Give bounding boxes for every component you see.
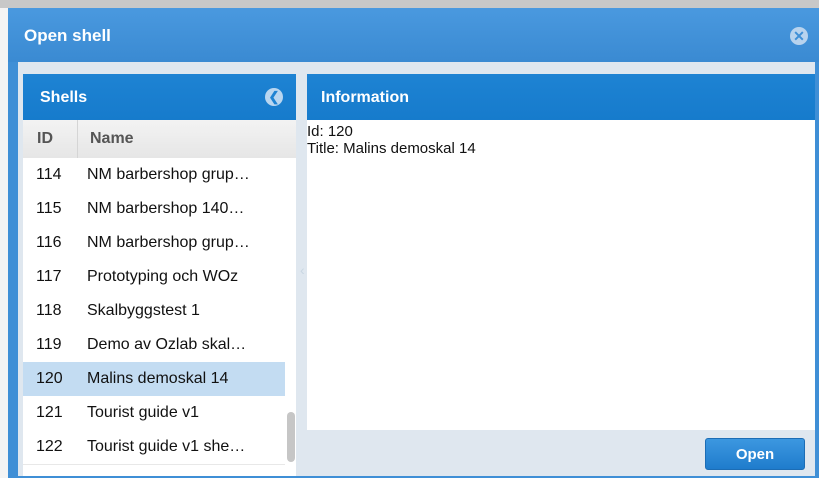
table-row[interactable]: 122 Tourist guide v1 she… bbox=[23, 430, 285, 465]
row-name: Tourist guide v1 she… bbox=[87, 438, 246, 455]
table-row-selected[interactable]: 120 Malins demoskal 14 bbox=[23, 362, 285, 397]
splitter-chevron-icon: ‹ bbox=[300, 262, 305, 278]
row-id: 115 bbox=[36, 200, 62, 217]
row-id: 119 bbox=[36, 336, 62, 353]
information-header: Information bbox=[307, 74, 815, 120]
table-row[interactable]: 118 Skalbyggstest 1 bbox=[23, 294, 285, 329]
open-shell-dialog: Open shell ✕ Shells ❮ ID Name 114 NM barb… bbox=[8, 8, 819, 478]
chevron-left-icon[interactable]: ❮ bbox=[265, 88, 283, 106]
shells-title: Shells bbox=[40, 89, 88, 106]
row-id: 122 bbox=[36, 438, 63, 455]
table-row[interactable]: 121 Tourist guide v1 bbox=[23, 396, 285, 431]
dialog-title: Open shell bbox=[24, 26, 111, 45]
table-row[interactable]: 116 NM barbershop grup… bbox=[23, 226, 285, 261]
row-name: NM barbershop 140… bbox=[87, 200, 245, 217]
row-name: Prototyping och WOz bbox=[87, 268, 239, 285]
table-row[interactable]: 115 NM barbershop 140… bbox=[23, 192, 285, 227]
table-row[interactable]: 114 NM barbershop grup… bbox=[23, 158, 285, 193]
column-name-label: Name bbox=[90, 130, 134, 147]
shells-panel: Shells ❮ ID Name 114 NM barbershop grup… … bbox=[23, 74, 296, 476]
column-header-row: ID Name bbox=[23, 120, 296, 159]
info-id-line: Id: 120 bbox=[307, 123, 353, 140]
information-title: Information bbox=[321, 89, 409, 106]
dialog-body: Shells ❮ ID Name 114 NM barbershop grup… … bbox=[18, 62, 815, 476]
row-name: NM barbershop grup… bbox=[87, 166, 250, 183]
open-button[interactable]: Open bbox=[705, 438, 805, 470]
row-name: Tourist guide v1 bbox=[87, 404, 200, 421]
dialog-titlebar[interactable]: Open shell ✕ bbox=[8, 8, 819, 62]
row-id: 114 bbox=[36, 166, 62, 183]
shells-header: Shells ❮ bbox=[23, 74, 296, 120]
dialog-footer: Open bbox=[307, 430, 815, 476]
row-name: Skalbyggstest 1 bbox=[87, 302, 200, 319]
background-top-strip bbox=[0, 0, 819, 8]
table-row[interactable]: 119 Demo av Ozlab skal… bbox=[23, 328, 285, 363]
scrollbar-thumb[interactable] bbox=[287, 412, 295, 462]
row-id: 116 bbox=[36, 234, 62, 251]
information-details: Id: 120 Title: Malins demoskal 14 bbox=[307, 123, 476, 157]
information-panel: Information Id: 120 Title: Malins demosk… bbox=[307, 74, 815, 476]
row-name: Demo av Ozlab skal… bbox=[87, 336, 247, 353]
close-icon[interactable]: ✕ bbox=[790, 27, 808, 45]
info-title-line: Title: Malins demoskal 14 bbox=[307, 140, 476, 157]
column-id-label: ID bbox=[37, 130, 53, 147]
shells-list: 114 NM barbershop grup… 115 NM barbershop … bbox=[23, 158, 285, 476]
row-name: Malins demoskal 14 bbox=[87, 370, 229, 387]
column-header-id[interactable]: ID bbox=[23, 120, 78, 158]
row-name: NM barbershop grup… bbox=[87, 234, 250, 251]
row-id: 118 bbox=[36, 302, 62, 319]
row-id: 121 bbox=[36, 404, 63, 421]
table-row[interactable]: 117 Prototyping och WOz bbox=[23, 260, 285, 295]
row-id: 117 bbox=[36, 268, 62, 285]
row-id: 120 bbox=[36, 370, 63, 387]
